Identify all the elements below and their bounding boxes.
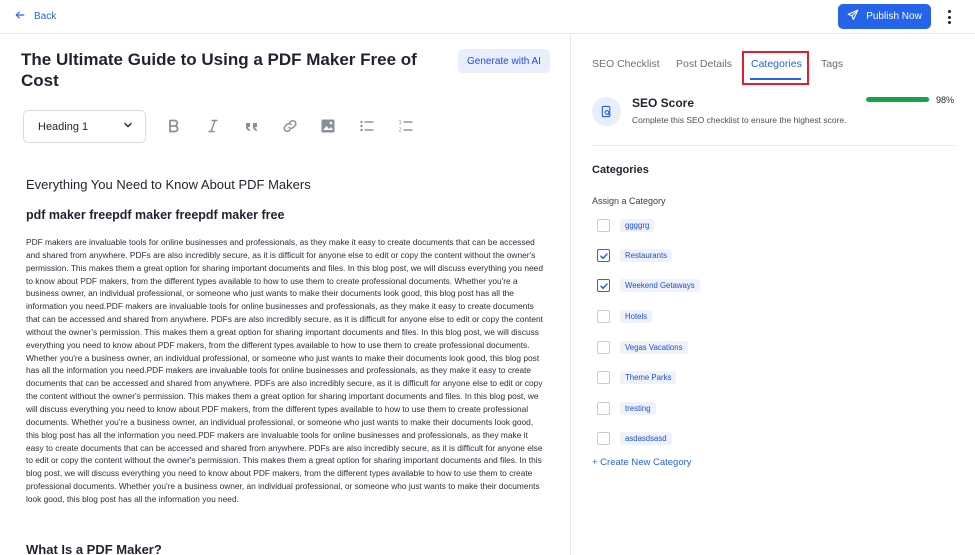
tab-seo-checklist[interactable]: SEO Checklist	[592, 58, 660, 70]
content-heading-what[interactable]: What Is a PDF Maker?	[26, 542, 162, 555]
assign-category-label: Assign a Category	[592, 196, 666, 206]
arrow-left-icon	[14, 9, 26, 24]
category-label: Hotels	[620, 310, 653, 323]
numbered-list-icon[interactable]: 12	[397, 117, 415, 135]
category-checkbox[interactable]	[597, 279, 610, 292]
publish-label: Publish Now	[866, 11, 922, 22]
create-new-category-link[interactable]: + Create New Category	[592, 457, 692, 468]
category-label: Vegas Vacations	[620, 341, 688, 354]
send-icon	[847, 9, 859, 24]
post-title[interactable]: The Ultimate Guide to Using a PDF Maker …	[21, 49, 431, 91]
seo-score-progress-fill	[866, 97, 929, 102]
category-item: asdasdsasd	[597, 432, 672, 445]
link-icon[interactable]	[281, 117, 299, 135]
content-heading[interactable]: Everything You Need to Know About PDF Ma…	[26, 177, 311, 192]
heading-style-select[interactable]: Heading 1	[23, 110, 146, 143]
generate-with-ai-button[interactable]: Generate with AI	[458, 49, 550, 73]
image-icon[interactable]	[319, 117, 337, 135]
back-label: Back	[34, 11, 57, 22]
category-label: Restaurants	[620, 249, 673, 262]
category-item: Theme Parks	[597, 371, 677, 384]
back-button[interactable]: Back	[14, 9, 56, 24]
section-divider	[592, 145, 956, 146]
category-checkbox[interactable]	[597, 219, 610, 232]
seo-score-percent: 98%	[936, 95, 955, 105]
category-checkbox[interactable]	[597, 310, 610, 323]
bold-icon[interactable]	[165, 117, 183, 135]
italic-icon[interactable]	[204, 117, 222, 135]
tab-post-details[interactable]: Post Details	[676, 58, 732, 70]
seo-document-icon	[592, 97, 621, 126]
panel-divider	[570, 34, 571, 555]
chevron-down-icon	[123, 120, 133, 133]
content-subheading[interactable]: pdf maker freepdf maker freepdf maker fr…	[26, 208, 284, 222]
top-bar: Back Publish Now	[0, 0, 975, 34]
category-checkbox[interactable]	[597, 371, 610, 384]
seo-score-progress-bar	[866, 97, 930, 102]
publish-button[interactable]: Publish Now	[838, 4, 931, 29]
more-options-icon[interactable]	[943, 8, 955, 26]
category-item: Restaurants	[597, 249, 673, 262]
highlight-box	[742, 51, 809, 85]
category-checkbox[interactable]	[597, 432, 610, 445]
category-checkbox[interactable]	[597, 402, 610, 415]
category-label: tresting	[620, 402, 656, 415]
category-label: Theme Parks	[620, 371, 677, 384]
tab-tags[interactable]: Tags	[821, 58, 843, 70]
seo-score-subtitle: Complete this SEO checklist to ensure th…	[632, 115, 847, 125]
heading-style-value: Heading 1	[38, 120, 89, 133]
category-label: Weekend Getaways	[620, 279, 700, 292]
category-label: ggggrg	[620, 219, 655, 232]
quote-icon[interactable]	[243, 117, 261, 135]
svg-text:2: 2	[399, 128, 402, 134]
category-checkbox[interactable]	[597, 341, 610, 354]
category-item: Hotels	[597, 310, 653, 323]
category-item: tresting	[597, 402, 656, 415]
bullet-list-icon[interactable]	[358, 117, 376, 135]
category-item: Weekend Getaways	[597, 279, 700, 292]
category-label: asdasdsasd	[620, 432, 672, 445]
categories-heading: Categories	[592, 164, 649, 176]
category-checkbox[interactable]	[597, 249, 610, 262]
category-item: Vegas Vacations	[597, 341, 688, 354]
svg-text:1: 1	[399, 120, 402, 126]
seo-score-title: SEO Score	[632, 96, 695, 110]
category-item: ggggrg	[597, 219, 655, 232]
content-paragraph[interactable]: PDF makers are invaluable tools for onli…	[26, 236, 544, 506]
